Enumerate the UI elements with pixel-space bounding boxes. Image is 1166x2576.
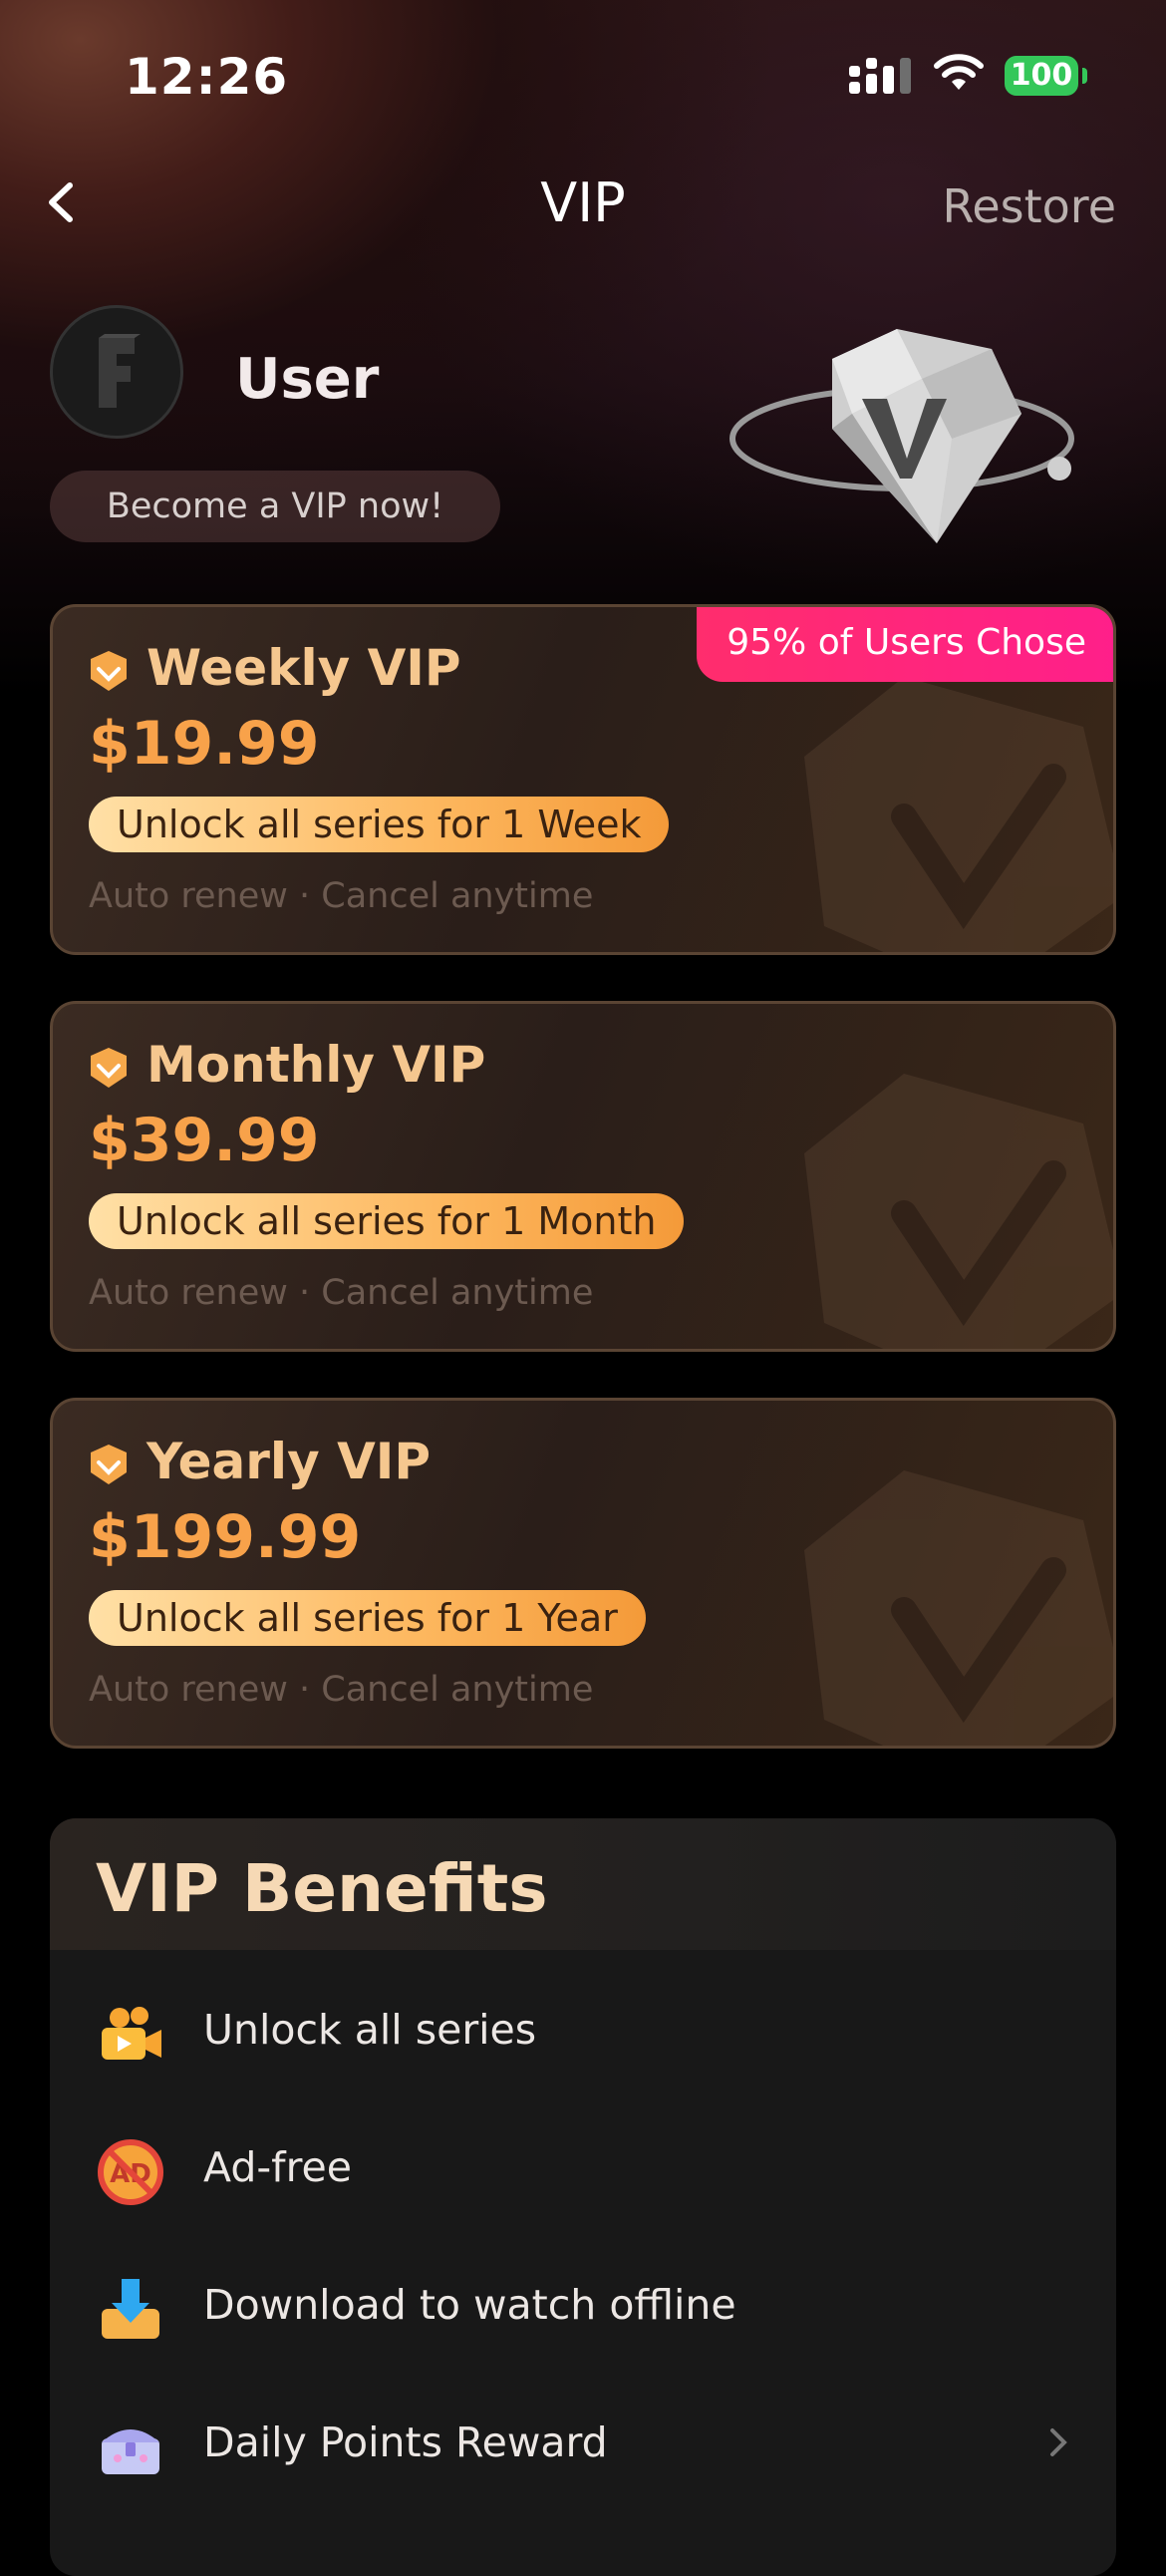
plan-renew-note: Auto renew · Cancel anytime [89,1670,594,1710]
reward-chest-icon [102,2429,159,2474]
benefit-label: Daily Points Reward [203,2418,608,2466]
download-tray-icon [102,2279,159,2339]
vip-watermark-icon [804,1470,1113,1746]
plan-benefit-pill: Unlock all series for 1 Month [89,1193,685,1249]
plan-benefit-pill: Unlock all series for 1 Year [89,1590,646,1646]
plan-price: $199.99 [89,1502,362,1572]
benefit-item-download: Download to watch offline [50,2245,1116,2365]
no-ads-icon: AD [98,2139,163,2205]
plan-price: $39.99 [89,1106,320,1175]
vip-benefits-panel: VIP Benefits Unlock all series AD Ad-fre… [50,1818,1116,2576]
plan-card-weekly[interactable]: Weekly VIP $19.99 Unlock all series for … [50,604,1116,955]
plan-name: Yearly VIP [146,1433,432,1490]
app-logo-icon [99,334,141,408]
benefit-label: Download to watch offline [203,2281,736,2329]
benefit-item-daily-points[interactable]: Daily Points Reward [50,2383,1116,2502]
plan-benefit-pill: Unlock all series for 1 Week [89,797,670,852]
plan-card-yearly[interactable]: Yearly VIP $199.99 Unlock all series for… [50,1398,1116,1749]
vip-watermark-icon [804,677,1113,952]
plan-price: $19.99 [89,709,320,779]
benefit-item-unlock: Unlock all series [50,1970,1116,2090]
plan-name: Weekly VIP [146,639,461,697]
crown-badge-icon [91,651,127,691]
crown-badge-icon [91,1048,127,1088]
username: User [235,347,380,412]
status-time: 12:26 [125,48,289,106]
battery-tip [1082,68,1087,84]
crown-badge-icon [91,1445,127,1484]
restore-button[interactable]: Restore [942,179,1116,233]
chevron-right-icon [1050,2428,1067,2456]
avatar[interactable] [50,305,183,439]
popular-badge: 95% of Users Chose [697,607,1113,682]
plan-name: Monthly VIP [146,1036,486,1094]
benefit-label: Unlock all series [203,2006,537,2054]
plan-card-monthly[interactable]: Monthly VIP $39.99 Unlock all series for… [50,1001,1116,1352]
benefit-item-adfree: AD Ad-free [50,2107,1116,2227]
battery-indicator: 100 [1005,56,1078,96]
benefit-label: Ad-free [203,2143,352,2191]
plan-renew-note: Auto renew · Cancel anytime [89,876,594,916]
wifi-icon [934,54,984,90]
benefits-title: VIP Benefits [96,1850,548,1927]
vip-watermark-icon [804,1074,1113,1349]
vip-diamond-icon [729,329,1074,543]
become-vip-button[interactable]: Become a VIP now! [50,471,500,542]
movie-camera-icon [102,2007,161,2060]
cellular-signal-icon [849,58,911,94]
plan-renew-note: Auto renew · Cancel anytime [89,1273,594,1313]
